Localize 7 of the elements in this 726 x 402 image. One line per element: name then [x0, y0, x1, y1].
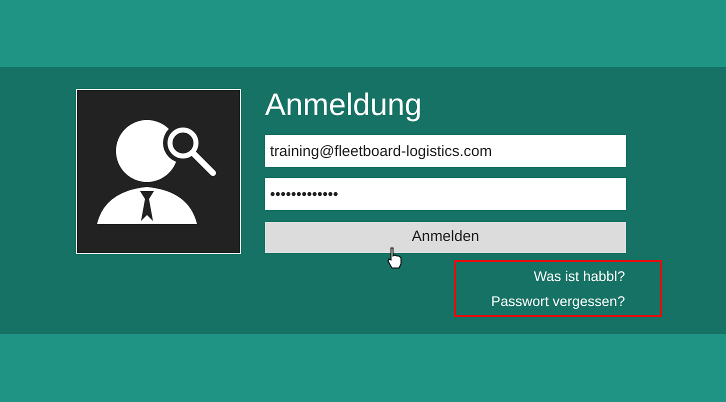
password-field[interactable]: •••••••••••••: [265, 178, 626, 210]
login-button[interactable]: Anmelden: [265, 222, 626, 253]
page-title: Anmeldung: [265, 87, 423, 123]
help-link[interactable]: Passwort vergessen?: [491, 292, 625, 310]
hand-cursor-icon: [387, 247, 403, 269]
help-link[interactable]: Was ist habbl?: [534, 268, 625, 284]
email-field[interactable]: training@fleetboard-logistics.com: [265, 135, 626, 167]
